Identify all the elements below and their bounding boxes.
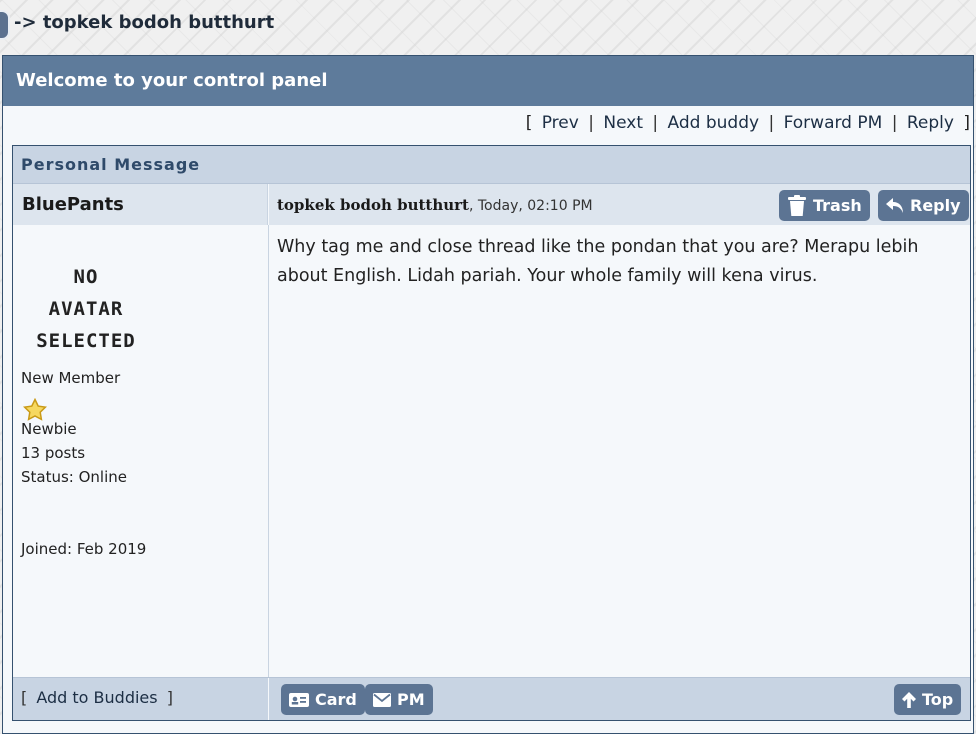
user-status: Status: Online <box>21 468 128 486</box>
user-group: New Member <box>21 369 121 387</box>
reply-button[interactable]: Reply <box>878 190 969 221</box>
user-info-column: NO AVATAR SELECTED New Member Newbie 13 … <box>13 225 269 677</box>
nav-separator: | <box>652 113 659 133</box>
nav-forward-pm-link[interactable]: Forward PM <box>784 113 883 133</box>
nav-open-bracket: [ <box>525 113 533 133</box>
message-section-title: Personal Message <box>13 146 970 184</box>
nav-prev-link[interactable]: Prev <box>542 113 579 133</box>
reply-arrow-icon <box>886 197 903 213</box>
card-icon <box>289 692 309 707</box>
top-label: Top <box>922 690 954 709</box>
trash-label: Trash <box>813 196 862 215</box>
avatar-text-line1: NO AVATAR <box>48 266 124 320</box>
nav-add-buddy-link[interactable]: Add buddy <box>668 113 760 133</box>
user-rank: Newbie <box>21 420 77 438</box>
control-panel: Welcome to your control panel [ Prev | N… <box>2 55 974 734</box>
message-header-row: BluePants topkek bodoh butthurt, Today, … <box>13 184 970 225</box>
nav-separator: | <box>768 113 775 133</box>
subject-cell: topkek bodoh butthurt, Today, 02:10 PM T… <box>269 184 970 225</box>
card-button[interactable]: Card <box>281 684 365 715</box>
pm-button[interactable]: PM <box>365 684 433 715</box>
add-to-buddies: [ Add to Buddies ] <box>13 678 269 720</box>
personal-message: Personal Message BluePants topkek bodoh … <box>12 145 971 721</box>
pm-nav: [ Prev | Next | Add buddy | Forward PM |… <box>526 113 970 133</box>
topbar: -> topkek bodoh butthurt <box>0 0 976 52</box>
arrow-up-icon <box>902 691 916 708</box>
author-name[interactable]: BluePants <box>13 184 268 225</box>
pm-label: PM <box>397 690 425 709</box>
message-body: Why tag me and close thread like the pon… <box>277 237 919 286</box>
top-button[interactable]: Top <box>894 684 962 715</box>
reply-label: Reply <box>910 196 961 215</box>
nav-separator: | <box>588 113 594 133</box>
envelope-icon <box>373 692 391 707</box>
nav-separator: | <box>891 113 898 133</box>
message-subject: topkek bodoh butthurt, Today, 02:10 PM <box>277 196 593 214</box>
message-footer: [ Add to Buddies ] Card PM Top <box>13 677 970 720</box>
star-icon <box>23 398 47 421</box>
avatar-placeholder: NO AVATAR SELECTED <box>31 261 141 352</box>
panel-header: Welcome to your control panel <box>3 56 973 106</box>
buddies-open-bracket: [ <box>21 688 28 707</box>
trash-icon <box>788 194 806 216</box>
nav-next-link[interactable]: Next <box>603 113 643 133</box>
avatar-text-line2: SELECTED <box>36 330 136 352</box>
nav-reply-link[interactable]: Reply <box>907 113 954 133</box>
nav-close-bracket: ] <box>963 113 970 133</box>
user-joined: Joined: Feb 2019 <box>21 540 147 558</box>
add-to-buddies-link[interactable]: Add to Buddies <box>36 688 157 707</box>
nav-knob[interactable] <box>0 10 10 40</box>
card-label: Card <box>315 690 357 709</box>
message-date: , Today, 02:10 PM <box>468 198 593 214</box>
thread-title: -> topkek bodoh butthurt <box>14 12 275 33</box>
subject-text: topkek bodoh butthurt <box>277 196 469 214</box>
user-post-count: 13 posts <box>21 444 86 462</box>
buddies-close-bracket: ] <box>166 688 173 707</box>
trash-button[interactable]: Trash <box>779 190 870 221</box>
